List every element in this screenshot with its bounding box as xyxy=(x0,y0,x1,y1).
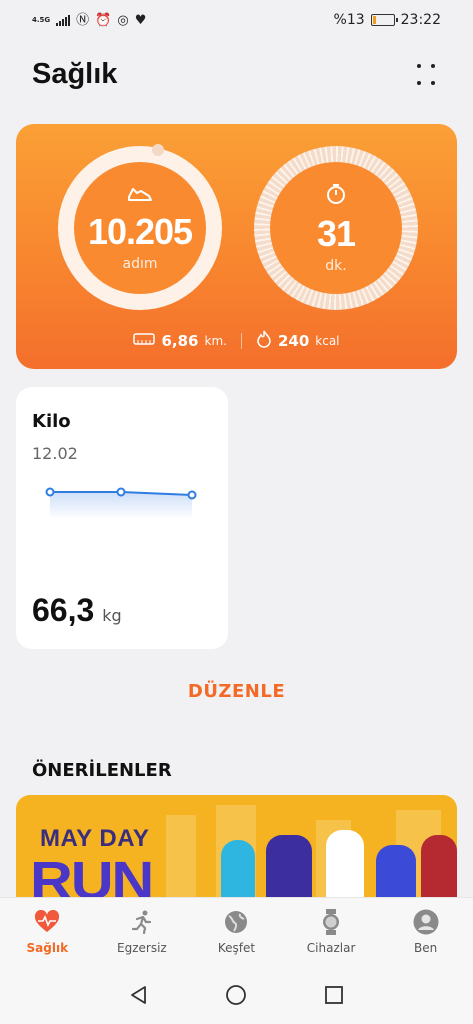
status-left: 4.5G Ⓝ ⏰ ◎ ♥ xyxy=(32,14,146,27)
may-day-run-banner[interactable]: MAY DAY RUN xyxy=(16,795,457,905)
calories-metric: 240 kcal xyxy=(256,330,340,352)
steps-ring[interactable]: 10.205 adım xyxy=(58,144,222,310)
nav-label: Cihazlar xyxy=(306,940,356,955)
battery-percent: %13 xyxy=(333,12,365,28)
edit-button[interactable]: DÜZENLE xyxy=(0,681,473,702)
bottom-navigation: Sağlık Egzersiz Keşfet Cihazlar Ben xyxy=(0,897,473,965)
alarm-icon: ⏰ xyxy=(95,12,112,28)
weight-unit: kg xyxy=(102,606,122,625)
nav-label: Egzersiz xyxy=(117,940,167,955)
signal-icon xyxy=(56,14,71,26)
page-title: Sağlık xyxy=(32,58,118,90)
nav-item-devices[interactable]: Cihazlar xyxy=(291,908,371,955)
calories-unit: kcal xyxy=(315,334,340,348)
banner-runner-figure xyxy=(326,830,364,905)
running-icon xyxy=(129,909,155,935)
home-icon[interactable] xyxy=(224,983,248,1007)
steps-value: 10.205 xyxy=(87,210,193,252)
more-options-button[interactable] xyxy=(417,64,439,88)
dot-icon xyxy=(431,64,435,68)
nav-label: Keşfet xyxy=(217,940,256,955)
dot-icon xyxy=(417,80,421,85)
active-minutes-unit: dk. xyxy=(325,257,347,274)
dot-icon xyxy=(431,80,435,85)
status-right: %13 23:22 xyxy=(334,12,441,28)
battery-level xyxy=(372,16,376,24)
metric-divider xyxy=(240,333,242,349)
stopwatch-icon xyxy=(325,183,347,210)
active-minutes-value: 31 xyxy=(316,212,356,254)
activity-card[interactable]: 10.205 adım 31 dk. 6,86 km. 240 kcal xyxy=(16,124,457,369)
nav-item-discover[interactable]: Keşfet xyxy=(196,909,276,955)
banner-runner-figure xyxy=(266,835,312,905)
banner-runner-figure xyxy=(221,840,255,905)
distance-unit: km. xyxy=(204,334,227,348)
nav-label: Sağlık xyxy=(26,940,69,955)
weight-card[interactable]: Kilo 12.02 66,3 kg xyxy=(16,387,228,649)
flame-icon xyxy=(256,330,272,352)
recents-icon[interactable] xyxy=(322,983,346,1007)
ruler-icon xyxy=(133,332,156,350)
dot-icon xyxy=(417,64,421,68)
weight-point xyxy=(187,490,197,500)
activity-metrics: 6,86 km. 240 kcal xyxy=(16,329,457,353)
system-navigation xyxy=(0,965,473,1024)
calories-value: 240 xyxy=(277,332,310,350)
banner-runner-figure xyxy=(421,835,457,905)
instagram-icon: ◎ xyxy=(117,12,129,28)
banner-title: MAY DAY xyxy=(40,825,150,852)
recommendations-title: ÖNERİLENLER xyxy=(32,760,172,781)
active-minutes-ring-center: 31 dk. xyxy=(270,162,402,294)
back-icon[interactable] xyxy=(127,983,151,1007)
weight-point xyxy=(45,487,55,497)
globe-icon xyxy=(223,909,249,935)
watch-icon xyxy=(318,908,344,935)
nav-item-me[interactable]: Ben xyxy=(386,909,466,955)
network-type: 4.5G xyxy=(32,15,51,24)
status-bar: 4.5G Ⓝ ⏰ ◎ ♥ %13 23:22 xyxy=(0,0,473,40)
weight-value: 66,3 xyxy=(32,592,95,628)
network-label: 4.5G xyxy=(32,15,51,24)
distance-metric: 6,86 km. xyxy=(133,332,227,350)
active-minutes-ring[interactable]: 31 dk. xyxy=(254,146,418,310)
weight-trend-chart xyxy=(45,487,197,519)
weight-title: Kilo xyxy=(32,411,71,432)
nav-item-health[interactable]: Sağlık xyxy=(7,909,87,955)
weight-point xyxy=(116,487,126,497)
health-heart-icon: ♥ xyxy=(134,12,147,28)
steps-unit: adım xyxy=(122,255,158,272)
steps-ring-center: 10.205 adım xyxy=(74,162,206,294)
shoe-icon xyxy=(127,185,153,208)
clock: 23:22 xyxy=(400,12,441,28)
banner-building xyxy=(166,815,196,905)
heart-pulse-icon xyxy=(34,909,60,935)
nav-item-exercise[interactable]: Egzersiz xyxy=(102,909,182,955)
weight-date: 12.02 xyxy=(32,444,78,463)
banner-runner-figure xyxy=(376,845,416,905)
battery-icon xyxy=(370,14,398,26)
person-icon xyxy=(413,909,439,935)
nav-label: Ben xyxy=(414,940,438,955)
distance-value: 6,86 xyxy=(161,332,199,350)
weight-value-row: 66,3 kg xyxy=(32,592,122,629)
nfc-icon: Ⓝ xyxy=(76,12,90,28)
steps-ring-progress-cap xyxy=(152,144,164,156)
